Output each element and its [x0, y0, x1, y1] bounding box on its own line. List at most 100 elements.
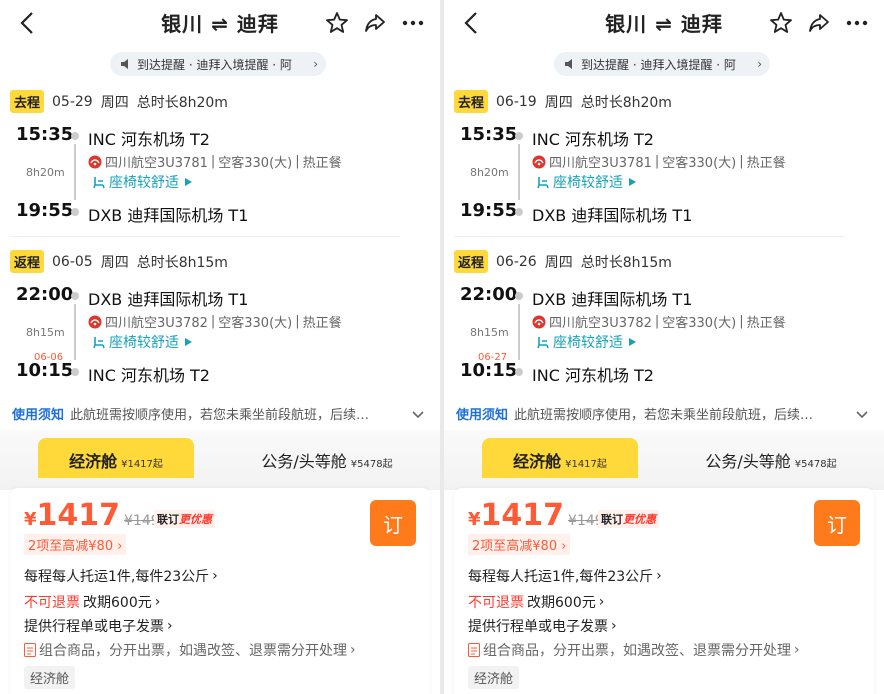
- more-icon[interactable]: [844, 10, 870, 36]
- chevron-right-icon: ›: [154, 594, 161, 610]
- cabin-tabs: 经济舱 ¥1417起 公务/头等舱 ¥5478起: [444, 430, 884, 490]
- share-icon[interactable]: [806, 10, 832, 36]
- arrival-notice-pill[interactable]: 到达提醒 · 迪拜入境提醒 · 阿 ›: [110, 52, 326, 76]
- refund-text: 不可退票: [468, 595, 524, 611]
- flight-duration: 8h20m: [470, 166, 509, 179]
- seat-comfort[interactable]: 座椅较舒适: [92, 172, 194, 192]
- chevron-right-icon: ›: [794, 642, 800, 658]
- airline-logo-icon: [532, 315, 546, 328]
- share-icon[interactable]: [362, 10, 388, 36]
- play-icon: [185, 178, 192, 186]
- combo-line[interactable]: 组合商品，分开出票，如遇改签、退票需分开处理 ›: [24, 640, 356, 660]
- outbound-tag: 去程: [10, 90, 45, 113]
- discount-link[interactable]: 2项至高减¥80 ›: [468, 534, 571, 555]
- promo-prefix: 联订: [601, 513, 623, 526]
- meal-type: 热正餐: [746, 156, 786, 171]
- timeline-line: [74, 304, 76, 360]
- seat-comfort-label: 座椅较舒适: [553, 175, 623, 191]
- outbound-date: 05-29: [52, 93, 93, 110]
- flight-info: 四川航空3U3782 | 空客330(大) | 热正餐: [88, 312, 342, 331]
- refund-text: 不可退票: [24, 595, 80, 611]
- currency-symbol: ¥: [24, 509, 37, 530]
- tab-economy[interactable]: 经济舱 ¥1417起: [482, 438, 638, 478]
- discount-link[interactable]: 2项至高减¥80 ›: [24, 534, 127, 555]
- inbound-segment[interactable]: 返程 06-26 周四 总时长8h15m 22:00 DXB 迪拜国际机场 T1…: [444, 250, 884, 390]
- aircraft-type: 空客330(大): [218, 316, 293, 331]
- refund-line[interactable]: 不可退票 改期600元 ›: [468, 592, 604, 612]
- flight-number: 四川航空3U3782: [105, 316, 208, 331]
- departure-airport: DXB 迪拜国际机场 T1: [532, 290, 693, 309]
- aircraft-type: 空客330(大): [662, 316, 737, 331]
- outbound-segment[interactable]: 去程 06-19 周四 总时长8h20m 15:35 INC 河东机场 T2 8…: [444, 90, 884, 240]
- price-value: 1417: [480, 498, 565, 533]
- tab-economy-label: 经济舱: [513, 452, 562, 471]
- tab-economy-label: 经济舱: [69, 452, 118, 471]
- more-icon[interactable]: [400, 10, 426, 36]
- seat-icon: [93, 177, 105, 189]
- refund-line[interactable]: 不可退票 改期600元 ›: [24, 592, 160, 612]
- star-icon[interactable]: [768, 10, 794, 36]
- inbound-total-duration: 总时长8h15m: [136, 254, 228, 271]
- outbound-total-duration: 总时长8h20m: [136, 94, 228, 111]
- seat-comfort[interactable]: 座椅较舒适: [92, 332, 194, 352]
- tab-business[interactable]: 公务/头等舱 ¥5478起: [232, 438, 422, 478]
- outbound-weekday: 周四: [100, 94, 129, 111]
- chevron-right-icon: ›: [611, 618, 617, 634]
- promo-prefix: 联订: [157, 513, 179, 526]
- info-divider: |: [654, 154, 660, 169]
- star-icon[interactable]: [324, 10, 350, 36]
- baggage-line[interactable]: 每程每人托运1件,每件23公斤 ›: [468, 566, 662, 586]
- invoice-line[interactable]: 提供行程单或电子发票 ›: [24, 616, 173, 636]
- timeline-dot: [71, 132, 79, 140]
- seat-comfort[interactable]: 座椅较舒适: [536, 172, 638, 192]
- promo-badge: 联订更优惠: [154, 510, 215, 528]
- tab-economy-price: ¥1417起: [121, 459, 163, 470]
- airline-logo-icon: [88, 315, 102, 328]
- book-button[interactable]: 订: [370, 500, 416, 546]
- inbound-total-duration: 总时长8h15m: [580, 254, 672, 271]
- outbound-segment[interactable]: 去程 05-29 周四 总时长8h20m 15:35 INC 河东机场 T2 8…: [0, 90, 440, 240]
- change-fee-text: 改期600元: [527, 595, 596, 611]
- arrival-time: 19:55: [16, 200, 74, 221]
- tab-business-label: 公务/头等舱: [705, 452, 791, 471]
- info-divider: |: [295, 154, 300, 169]
- tab-economy-price: ¥1417起: [565, 459, 607, 470]
- seat-comfort-label: 座椅较舒适: [553, 335, 623, 351]
- timeline-dot: [515, 208, 523, 216]
- play-icon: [629, 338, 636, 346]
- baggage-line[interactable]: 每程每人托运1件,每件23公斤 ›: [24, 566, 218, 586]
- usage-notice[interactable]: 使用须知 此航班需按顺序使用，若您未乘坐前段航班，后续…: [456, 404, 870, 423]
- arrival-notice-pill[interactable]: 到达提醒 · 迪拜入境提醒 · 阿 ›: [554, 52, 770, 76]
- usage-notice-text: 此航班需按顺序使用，若您未乘坐前段航班，后续…: [514, 408, 814, 423]
- outbound-tag: 去程: [454, 90, 489, 113]
- header: 银川 ⇌ 迪拜: [444, 0, 884, 46]
- cabin-tabs: 经济舱 ¥1417起 公务/头等舱 ¥5478起: [0, 430, 440, 490]
- inbound-segment[interactable]: 返程 06-05 周四 总时长8h15m 22:00 DXB 迪拜国际机场 T1…: [0, 250, 440, 390]
- play-icon: [185, 338, 192, 346]
- flight-number: 四川航空3U3781: [549, 156, 652, 171]
- timeline-dot: [515, 132, 523, 140]
- seat-comfort[interactable]: 座椅较舒适: [536, 332, 638, 352]
- tab-economy[interactable]: 经济舱 ¥1417起: [38, 438, 194, 478]
- tab-business[interactable]: 公务/头等舱 ¥5478起: [676, 438, 866, 478]
- document-icon: [468, 643, 480, 657]
- inbound-weekday: 周四: [100, 254, 129, 271]
- invoice-line[interactable]: 提供行程单或电子发票 ›: [468, 616, 617, 636]
- combo-line[interactable]: 组合商品，分开出票，如遇改签、退票需分开处理 ›: [468, 640, 800, 660]
- arrival-time: 10:15: [16, 360, 74, 381]
- offer-card: ¥ 1417 ¥1497 联订更优惠 2项至高减¥80 › 订 每程每人托运1件…: [454, 488, 874, 694]
- chevron-right-icon: ›: [757, 57, 762, 71]
- departure-airport: INC 河东机场 T2: [88, 130, 210, 149]
- usage-notice[interactable]: 使用须知 此航班需按顺序使用，若您未乘坐前段航班，后续…: [12, 404, 426, 423]
- cabin-class-tag: 经济舱: [468, 666, 520, 689]
- arrival-airport: DXB 迪拜国际机场 T1: [88, 206, 249, 225]
- chevron-right-icon: ›: [350, 642, 356, 658]
- chevron-right-icon: ›: [656, 568, 662, 584]
- speaker-icon: [565, 59, 572, 69]
- outbound-date: 06-19: [496, 93, 537, 110]
- flight-duration: 8h15m: [470, 326, 509, 339]
- book-button[interactable]: 订: [814, 500, 860, 546]
- usage-notice-label: 使用须知: [456, 408, 509, 423]
- seat-comfort-label: 座椅较舒适: [109, 335, 179, 351]
- panel-right: 银川 ⇌ 迪拜 到达提醒 · 迪拜入境提醒 · 阿 › 去程 06-19 周四 …: [444, 0, 884, 694]
